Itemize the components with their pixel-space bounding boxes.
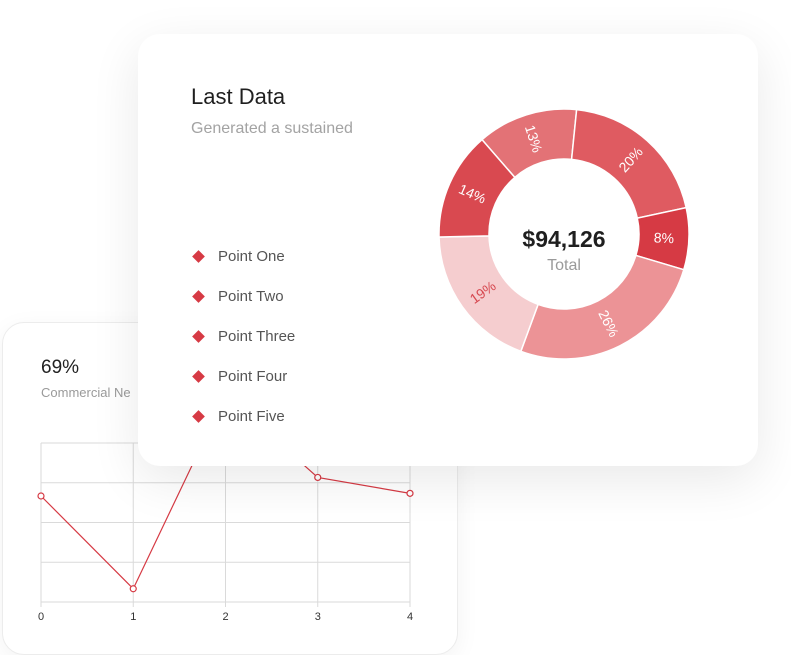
donut-center-label: Total [547,257,581,274]
grid [40,442,411,607]
x-tick-label: 3 [315,611,321,623]
x-tick-label: 0 [38,611,44,623]
donut-chart-card: Last Data Generated a sustained Point On… [138,34,758,466]
x-tick-label: 1 [130,611,136,623]
x-tick-label: 2 [222,611,228,623]
donut-slice [519,254,685,360]
donut-chart: 13%20%8%26%19%14% $94,126 Total [438,108,690,360]
donut-slice-label: 8% [654,229,675,246]
data-point [314,473,322,482]
data-point [406,489,414,497]
data-point [37,492,45,500]
data-point [129,585,137,593]
x-tick-label: 4 [407,611,413,623]
donut-center-value: $94,126 [522,226,605,252]
